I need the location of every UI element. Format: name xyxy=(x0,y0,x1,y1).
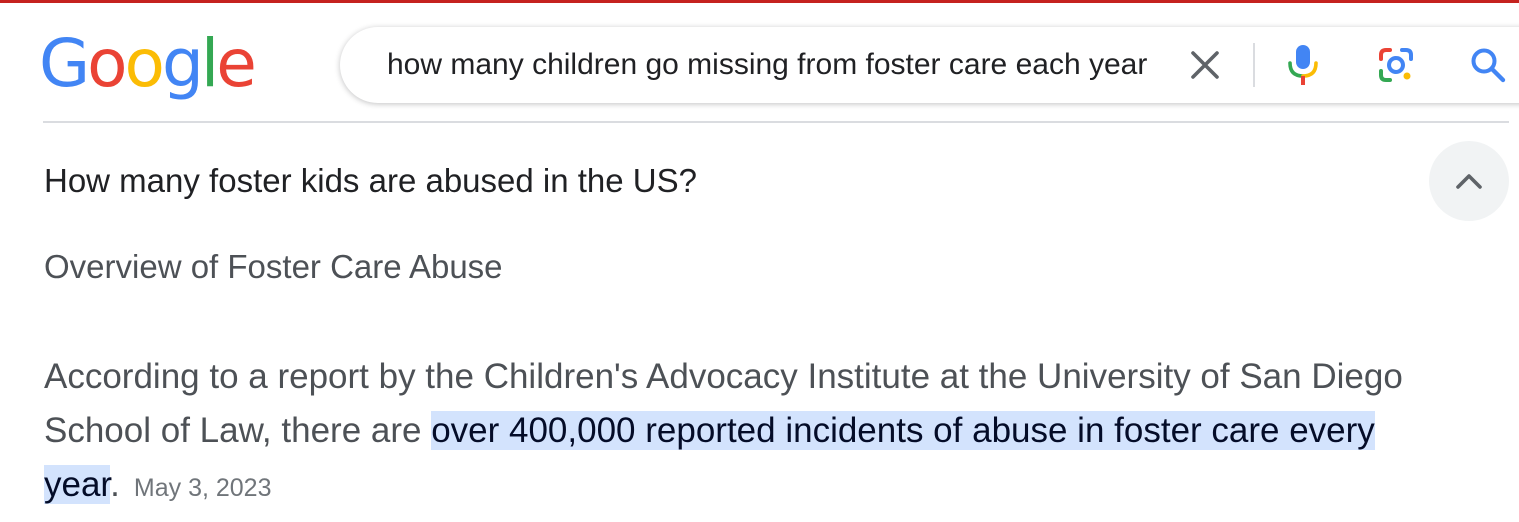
microphone-icon xyxy=(1288,45,1318,85)
answer-period: . xyxy=(110,465,120,504)
search-box[interactable]: how many children go missing from foster… xyxy=(340,27,1519,103)
chevron-up-icon xyxy=(1456,174,1482,189)
header: Google how many children go missing from… xyxy=(0,3,1519,120)
logo-letter: o xyxy=(87,25,127,102)
image-search-button[interactable] xyxy=(1368,27,1424,103)
logo-letter: o xyxy=(124,25,165,102)
voice-search-button[interactable] xyxy=(1278,27,1328,103)
answer-date: May 3, 2023 xyxy=(133,474,272,502)
search-input[interactable]: how many children go missing from foster… xyxy=(387,27,1157,103)
collapse-button[interactable] xyxy=(1429,141,1509,221)
google-logo[interactable]: Google xyxy=(39,25,257,102)
answer-heading: Overview of Foster Care Abuse xyxy=(44,248,503,285)
search-submit-button[interactable] xyxy=(1460,27,1516,103)
header-divider xyxy=(43,121,1509,123)
logo-letter: e xyxy=(216,25,257,102)
close-icon xyxy=(1191,51,1219,79)
search-icon xyxy=(1471,48,1506,83)
search-divider xyxy=(1253,43,1255,87)
related-question[interactable]: How many foster kids are abused in the U… xyxy=(44,156,697,206)
answer-snippet: According to a report by the Children's … xyxy=(44,350,1514,515)
logo-letter: G xyxy=(39,25,90,102)
camera-lens-icon xyxy=(1379,48,1413,82)
logo-letter: g xyxy=(161,25,204,102)
clear-search-button[interactable] xyxy=(1180,27,1230,103)
logo-letter: l xyxy=(200,25,219,102)
